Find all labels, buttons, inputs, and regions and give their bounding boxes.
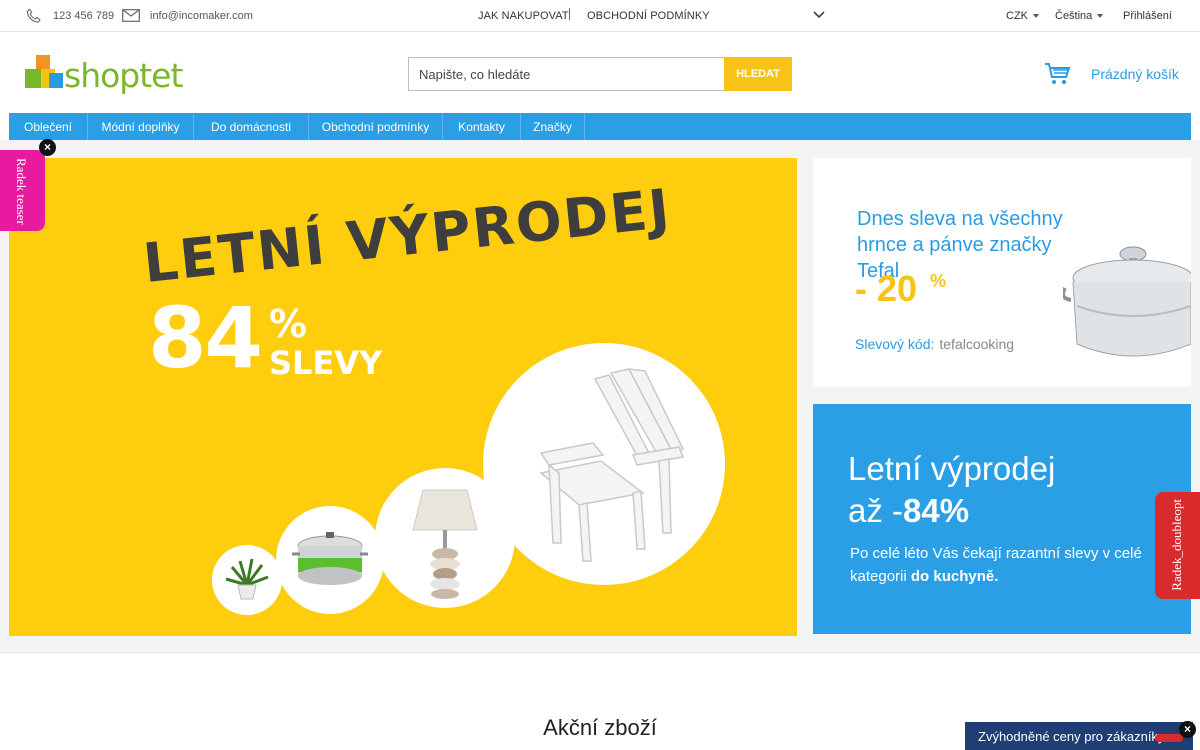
header: shoptet HLEDAT Prázdný košík [0, 32, 1200, 113]
nav-item-obchodni-podminky[interactable]: Obchodní podmínky [309, 113, 443, 140]
cart-icon [1045, 63, 1071, 84]
close-icon[interactable]: × [1179, 721, 1196, 738]
pot-circle [276, 506, 384, 614]
potted-plant-image [225, 558, 269, 600]
email-contact[interactable]: info@incomaker.com [122, 0, 253, 31]
promo-code-value: tefalcooking [939, 336, 1015, 352]
plant-circle [212, 545, 282, 615]
bottom-notification-bar[interactable]: Zvýhodněné ceny pro zákazníky [965, 722, 1193, 750]
left-teaser[interactable]: Radek teaser [0, 150, 45, 231]
nav-item-modni-doplnky[interactable]: Módní doplňky [88, 113, 194, 140]
promo2-title: Letní výprodej až -84% [848, 448, 1055, 532]
language-select[interactable]: Čeština [1055, 0, 1104, 31]
promo-code: Slevový kód: tefalcooking [855, 336, 1014, 352]
promo2-prefix: až - [848, 492, 904, 529]
promo2-title-line1: Letní výprodej [848, 450, 1056, 487]
nav-item-kontakty[interactable]: Kontakty [443, 113, 521, 140]
promo2-text-bold: do kuchyně. [910, 568, 999, 585]
nav-item-do-domacnosti[interactable]: Do domácnosti [194, 113, 309, 140]
mail-icon [122, 9, 140, 22]
chevron-down-icon[interactable] [812, 9, 826, 21]
login-link[interactable]: Přihlášení [1123, 0, 1172, 31]
lamp-circle [375, 468, 515, 608]
promo2-title-line2: až -84% [848, 490, 1055, 532]
caret-down-icon [1097, 13, 1104, 18]
nav-item-znacky[interactable]: Značky [521, 113, 585, 140]
cooking-pot-image [292, 532, 368, 585]
currency-value: CZK [1006, 9, 1028, 22]
link-obchodni-podminky[interactable]: OBCHODNÍ PODMÍNKY [587, 0, 710, 31]
search-input[interactable] [408, 57, 724, 91]
search-form: HLEDAT [408, 57, 792, 91]
logo-text: shoptet [64, 56, 183, 95]
right-teaser-label: Radek_doubleopt [1169, 499, 1184, 591]
banner-title: LETNÍ VÝPRODEJ [140, 176, 675, 295]
table-lamp-image [412, 489, 478, 599]
main-banner[interactable]: LETNÍ VÝPRODEJ 84 % SLEVY [9, 158, 797, 636]
summer-sale-promo[interactable]: Letní výprodej až -84% Po celé léto Vás … [813, 404, 1191, 634]
search-button[interactable]: HLEDAT [724, 57, 792, 91]
left-teaser-label: Radek teaser [14, 158, 29, 225]
chair-circle [483, 343, 725, 585]
promo-discount: - 20 [855, 268, 918, 309]
promo-percent: % [930, 271, 947, 291]
banner-number: 84 [148, 289, 263, 387]
bottom-bar-accent [1155, 734, 1183, 742]
tefal-promo[interactable]: Dnes sleva na všechny hrnce a pánve znač… [813, 158, 1191, 387]
banner-area: LETNÍ VÝPRODEJ 84 % SLEVY Dnes sleva na … [0, 140, 1200, 653]
email-address: info@incomaker.com [150, 9, 253, 22]
currency-select[interactable]: CZK [1006, 0, 1039, 31]
logo-mark [25, 55, 63, 93]
banner-slevy: SLEVY [269, 344, 383, 382]
right-teaser[interactable]: Radek_doubleopt [1155, 492, 1200, 599]
promo2-text: Po celé léto Vás čekají razantní slevy v… [850, 542, 1150, 588]
link-jak-nakupovat[interactable]: JAK NAKUPOVAT [478, 0, 569, 31]
divider [569, 8, 570, 20]
logo[interactable]: shoptet [25, 55, 183, 95]
promo2-percent: 84% [903, 492, 970, 529]
language-value: Čeština [1055, 9, 1093, 22]
top-bar: 123 456 789 info@incomaker.com JAK NAKUP… [0, 0, 1200, 32]
main-nav: Oblečení Módní doplňky Do domácnosti Obc… [9, 113, 1191, 140]
nav-item-obleceni[interactable]: Oblečení [9, 113, 88, 140]
bottom-bar-label: Zvýhodněné ceny pro zákazníky [978, 728, 1165, 744]
cart[interactable]: Prázdný košík [1044, 62, 1179, 86]
close-icon[interactable]: × [39, 139, 56, 156]
caret-down-icon [1033, 13, 1039, 18]
phone-icon [26, 7, 41, 23]
cart-label: Prázdný košík [1091, 66, 1179, 82]
phone-contact[interactable]: 123 456 789 [25, 0, 114, 31]
banner-percent: % [269, 302, 308, 346]
phone-number: 123 456 789 [53, 9, 115, 22]
garden-chair-image [539, 368, 685, 562]
promo-code-label: Slevový kód: [855, 336, 935, 352]
steel-pot-image [1063, 246, 1191, 357]
